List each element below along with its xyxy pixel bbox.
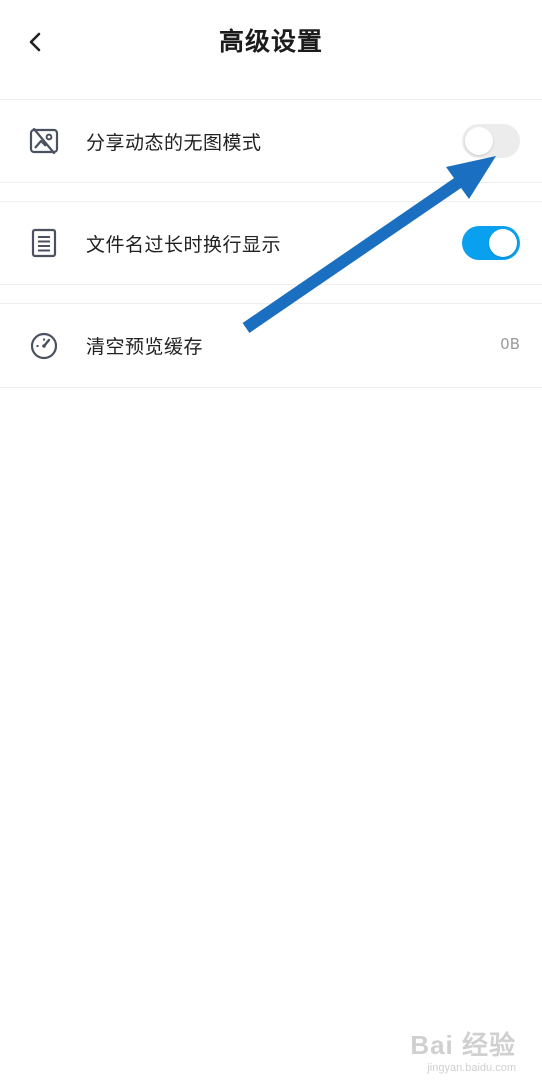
top-bar: 高级设置 bbox=[0, 0, 542, 84]
toggle-knob bbox=[465, 127, 493, 155]
image-off-icon bbox=[29, 127, 59, 155]
document-lines-icon bbox=[31, 228, 57, 258]
wrap-long-filenames-toggle[interactable] bbox=[462, 226, 520, 260]
watermark-logo: Bai 经验 bbox=[410, 1030, 516, 1060]
setting-label: 分享动态的无图模式 bbox=[86, 132, 262, 154]
setting-label: 文件名过长时换行显示 bbox=[86, 234, 282, 256]
divider bbox=[0, 284, 542, 285]
setting-row-wrap-long-filenames[interactable]: 文件名过长时换行显示 bbox=[0, 202, 542, 284]
cache-size-value: 0B bbox=[500, 335, 520, 353]
divider bbox=[0, 182, 542, 183]
page-title: 高级设置 bbox=[218, 27, 323, 56]
no-image-mode-toggle[interactable] bbox=[462, 124, 520, 158]
setting-label: 清空预览缓存 bbox=[86, 336, 204, 358]
gauge-icon bbox=[30, 332, 58, 360]
divider bbox=[0, 387, 542, 388]
setting-row-clear-preview-cache[interactable]: 清空预览缓存 0B bbox=[0, 304, 542, 386]
watermark-url: jingyan.baidu.com bbox=[427, 1062, 516, 1074]
setting-row-no-image-mode[interactable]: 分享动态的无图模式 bbox=[0, 100, 542, 182]
watermark: Bai 经验 jingyan.baidu.com bbox=[410, 1025, 516, 1074]
advanced-settings-screen: 高级设置 分享动态的无图模式 文件名过长时换行显示 清空预览缓存 0B Bai … bbox=[0, 0, 542, 1086]
toggle-knob bbox=[489, 229, 517, 257]
